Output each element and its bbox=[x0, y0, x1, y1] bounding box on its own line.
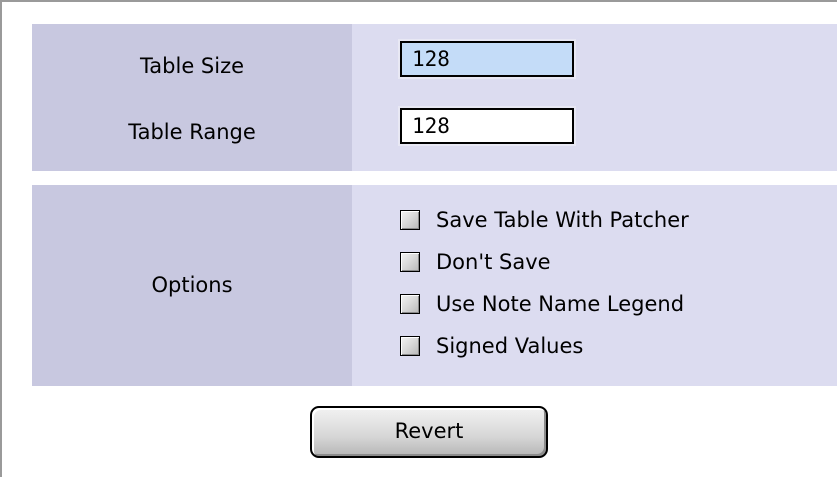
options-label-column: Options bbox=[32, 185, 352, 386]
option-label: Save Table With Patcher bbox=[436, 208, 689, 232]
table-settings-value-column: 128 128 bbox=[352, 24, 837, 171]
option-label: Use Note Name Legend bbox=[436, 292, 685, 316]
table-range-label: Table Range bbox=[128, 120, 256, 144]
option-label: Signed Values bbox=[436, 334, 584, 358]
option-signed-values[interactable]: Signed Values bbox=[400, 332, 583, 360]
use-note-name-legend-checkbox[interactable] bbox=[400, 294, 420, 314]
table-size-label: Table Size bbox=[139, 54, 245, 78]
table-size-field[interactable]: 128 bbox=[398, 39, 576, 79]
option-use-note-name-legend[interactable]: Use Note Name Legend bbox=[400, 290, 684, 318]
option-save-table-with-patcher[interactable]: Save Table With Patcher bbox=[400, 206, 689, 234]
options-value-column: Save Table With Patcher Don't Save Use N… bbox=[352, 185, 837, 386]
dont-save-checkbox[interactable] bbox=[400, 252, 420, 272]
table-range-field[interactable]: 128 bbox=[398, 106, 576, 146]
save-table-with-patcher-checkbox[interactable] bbox=[400, 210, 420, 230]
options-section: Options Save Table With Patcher Don't Sa… bbox=[32, 185, 837, 386]
options-label: Options bbox=[151, 273, 233, 297]
table-settings-section: Table Size Table Range 128 128 bbox=[32, 24, 837, 171]
table-inspector-window: Table Size Table Range 128 128 Options S… bbox=[0, 0, 837, 477]
option-label: Don't Save bbox=[436, 250, 551, 274]
revert-button[interactable]: Revert bbox=[310, 406, 548, 458]
signed-values-checkbox[interactable] bbox=[400, 336, 420, 356]
option-dont-save[interactable]: Don't Save bbox=[400, 248, 551, 276]
table-settings-label-column: Table Size Table Range bbox=[32, 24, 352, 171]
